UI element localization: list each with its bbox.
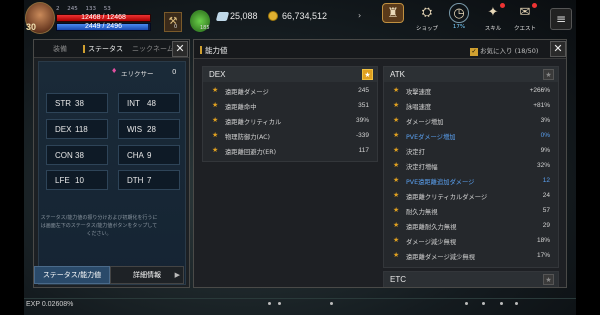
hud-small-stats: 2 245 133 53 [56, 6, 117, 12]
skill-menu-button[interactable]: ✦ スキル [480, 3, 506, 32]
gold-icon [268, 11, 278, 21]
stat-row: ★ 遠距離ダメージ 245 [212, 86, 369, 96]
page-dot [465, 302, 468, 305]
stat-row: ★ 決定打 9% [393, 146, 550, 156]
stat-wis: WIS 28 [118, 119, 180, 139]
stat-row: ★ 遠距離クリティカルダメージ 24 [393, 191, 550, 201]
stat-lfe: LFE 10 [46, 170, 108, 190]
top-hud: 30 2 245 133 53 12468 / 12468 2449 / 249… [24, 0, 576, 36]
stat-con: CON 38 [46, 145, 108, 165]
stat-row: ★ ダメージ減少無視 18% [393, 236, 550, 246]
favorites-filter[interactable]: ✓ お気に入り (18/50) [470, 45, 538, 56]
panel-title: 能力値 [200, 46, 228, 55]
clock-icon: ◷ [449, 3, 469, 23]
tab-status[interactable]: ステータス [83, 44, 123, 54]
tab-equipment[interactable]: 装備 [53, 44, 67, 54]
stat-row: ★ PVE遠距離追加ダメージ 12 [393, 176, 550, 186]
stat-row: ★ 遠距離耐久力無視 29 [393, 221, 550, 231]
page-dot [500, 302, 503, 305]
shop-icon: ⛭ [421, 5, 433, 20]
page-dot [515, 302, 518, 305]
status-help-note: ステータス/能力値の振り分けおよび初期化を行うには画面左下のステータス/能力値ボ… [40, 215, 158, 237]
gem-value: 25,088 [230, 11, 258, 21]
ability-header: 能力値 ✓ お気に入り (18/50) [194, 40, 566, 59]
hamburger-menu-icon[interactable]: ≡ [550, 8, 572, 30]
exp-bar [24, 298, 576, 299]
elixir-value: 0 [172, 68, 177, 76]
castle-icon: ♜ [382, 3, 404, 23]
stat-row: ★ ダメージ増加 3% [393, 116, 550, 126]
section-title: ETC [390, 275, 406, 284]
mp-bar: 2449 / 2496 [56, 23, 151, 31]
stat-row: ★ PVEダメージ増加 0% [393, 131, 550, 141]
hud-stat: 2 [56, 6, 60, 12]
etc-section: ETC ★ [383, 271, 559, 287]
hud-stat: 245 [67, 6, 78, 12]
elixir-icon: ♦ [111, 67, 118, 75]
letterbox-left [0, 0, 24, 315]
bag-icon[interactable]: ⚒ [164, 12, 182, 32]
stat-row: ★ 決定打増幅 32% [393, 161, 550, 171]
gold-value: 66,734,512 [282, 11, 328, 21]
gem-icon [215, 12, 230, 21]
tab-nickname[interactable]: ニックネーム [132, 44, 174, 54]
bag-count: 0 [174, 24, 178, 30]
notification-badge [500, 3, 505, 8]
stat-int: INT 48 [118, 93, 180, 113]
stat-row: ★ 詠唱速度 +81% [393, 101, 550, 111]
potion-count: 185 [200, 25, 210, 31]
castle-menu-button[interactable]: ♜ [380, 3, 406, 24]
time-menu-button[interactable]: ◷ 17% [446, 3, 472, 30]
stat-dex: DEX 118 [46, 119, 108, 139]
star-icon[interactable]: ★ [362, 69, 373, 80]
exp-label: EXP 0.02608% [26, 301, 74, 308]
stat-row: ★ 遠距離命中 351 [212, 101, 369, 111]
notification-badge [532, 3, 537, 8]
close-icon[interactable]: ✕ [550, 41, 566, 57]
stat-row: ★ 攻撃速度 +266% [393, 86, 550, 96]
stat-cha: CHA 9 [118, 145, 180, 165]
page-dot [278, 302, 281, 305]
play-arrow-icon: ▶ [174, 271, 180, 279]
stat-row: ★ 遠距離クリティカル 39% [212, 116, 369, 126]
mp-text: 2449 / 2496 [85, 23, 122, 30]
dex-section: DEX ★ ★ 遠距離ダメージ 245 ★ 遠距離命中 351 ★ 遠距離クリティカル 39… [202, 66, 378, 162]
page-dot [482, 302, 485, 305]
section-title: ATK [390, 70, 405, 79]
hud-stat: 53 [103, 6, 111, 12]
stat-row: ★ 物理防御力(AC) -339 [212, 131, 369, 141]
stat-row: ★ 遠距離ダメージ減少無視 17% [393, 251, 550, 261]
atk-section: ATK ★ ★ 攻撃速度 +266% ★ 詠唱速度 +81% ★ ダメージ増加 3% ★ PV… [383, 66, 559, 268]
hud-stat: 133 [85, 6, 97, 12]
shop-menu-button[interactable]: ⛭ ショップ [414, 3, 440, 32]
hp-bar: 12468 / 12468 [56, 14, 151, 22]
quest-menu-button[interactable]: ✉ クエスト [512, 3, 538, 32]
detail-info-button[interactable]: 詳細情報 ▶ [110, 266, 184, 284]
stat-row: ★ 耐久力無視 57 [393, 206, 550, 216]
section-title: DEX [209, 70, 226, 79]
elixir-label: エリクサー [121, 70, 154, 78]
page-dot [268, 302, 271, 305]
status-points-button[interactable]: ステータス/能力値 [34, 266, 110, 284]
star-icon[interactable]: ★ [543, 274, 554, 285]
stat-str: STR 38 [46, 93, 108, 113]
level-label: 30 [26, 22, 37, 32]
star-icon[interactable]: ★ [543, 69, 554, 80]
close-icon[interactable]: ✕ [172, 41, 188, 57]
stat-row: ★ 遠距離回避力(ER) 117 [212, 146, 369, 156]
page-dot [330, 302, 333, 305]
stat-dth: DTH 7 [118, 170, 180, 190]
letterbox-right [576, 0, 600, 315]
hp-text: 12468 / 12468 [81, 14, 126, 21]
status-tabs: 装備 ステータス ニックネーム [34, 40, 189, 58]
checkbox-icon[interactable]: ✓ [470, 48, 478, 56]
ability-panel: 能力値 ✓ お気に入り (18/50) ✕ DEX ★ ★ 遠距離ダメージ 245 ★… [193, 39, 567, 288]
chevron-right-icon[interactable]: › [358, 11, 361, 20]
